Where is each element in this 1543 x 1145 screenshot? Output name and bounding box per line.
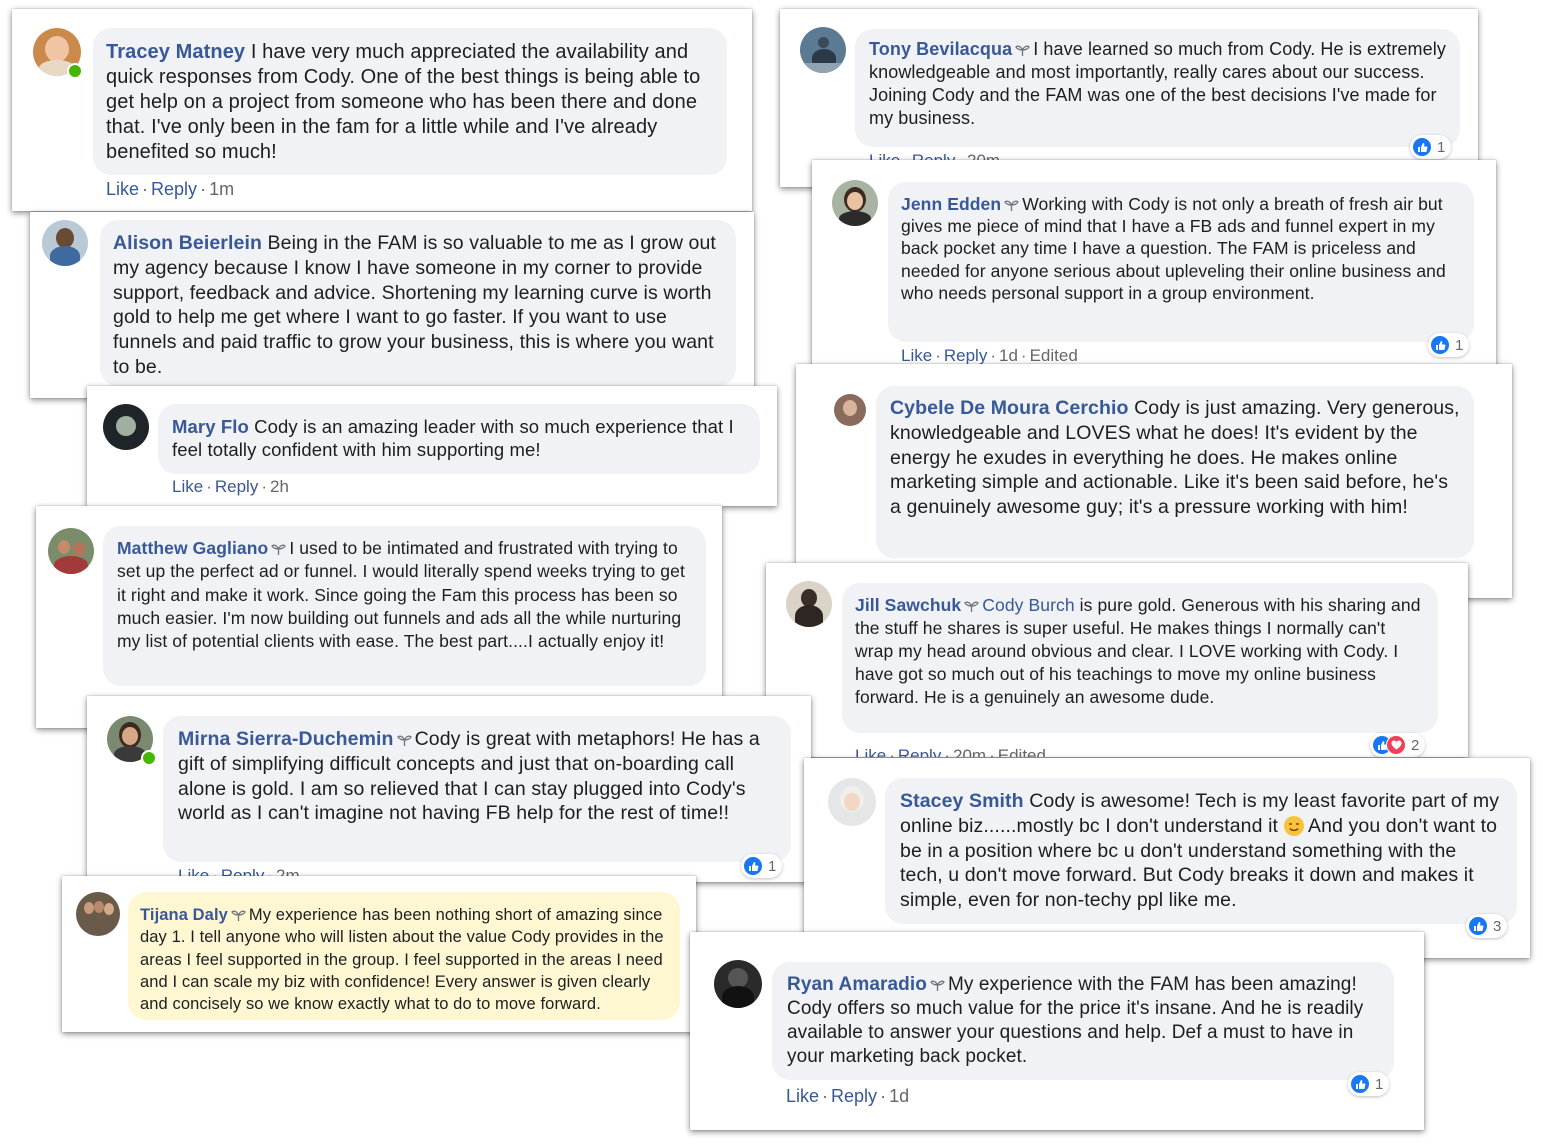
- avatar[interactable]: [76, 892, 120, 936]
- avatar[interactable]: [103, 404, 149, 450]
- avatar[interactable]: [786, 581, 832, 627]
- comment-card-matthew: Matthew Gagliano I used to be intimated a…: [36, 506, 722, 728]
- comment-card-jenn: Jenn Edden Working with Cody is not only …: [812, 160, 1496, 379]
- like-button[interactable]: Like: [855, 746, 886, 757]
- author-name[interactable]: Jenn Edden: [901, 194, 1001, 214]
- comment-actions: Like · Reply · 20m · Edited: [855, 746, 1046, 757]
- avatar[interactable]: [828, 778, 876, 826]
- like-button[interactable]: Like: [172, 477, 203, 496]
- timestamp: 1d: [999, 346, 1018, 365]
- author-name[interactable]: Tijana Daly: [140, 906, 228, 924]
- avatar[interactable]: [48, 528, 94, 574]
- timestamp: 20m: [953, 746, 987, 757]
- edited-label[interactable]: Edited: [998, 746, 1046, 757]
- comment-actions: Like · Reply · 1d: [786, 1086, 910, 1106]
- reply-button[interactable]: Reply: [215, 477, 258, 496]
- reply-button[interactable]: Reply: [898, 746, 941, 757]
- author-name[interactable]: Matthew Gagliano: [117, 538, 268, 558]
- reaction-count[interactable]: 1: [1348, 1072, 1390, 1096]
- online-status-indicator: [67, 63, 83, 79]
- reply-button[interactable]: Reply: [944, 346, 987, 365]
- love-reaction-icon: [1386, 735, 1406, 755]
- comment-actions: Like · Reply · 2h: [172, 477, 289, 496]
- like-reaction-icon: [1412, 137, 1432, 157]
- comment-card-ryan: Ryan Amaradio My experience with the FAM …: [690, 932, 1424, 1130]
- edited-label[interactable]: Edited: [1030, 346, 1078, 365]
- author-name[interactable]: Mary Flo: [172, 416, 249, 437]
- like-reaction-icon: [1350, 1074, 1370, 1094]
- reaction-count[interactable]: 3: [1466, 914, 1508, 938]
- comment-card-alison: Alison Beierlein Being in the FAM is so …: [30, 212, 754, 398]
- reaction-count[interactable]: 2: [1370, 733, 1426, 757]
- avatar[interactable]: [714, 960, 762, 1008]
- smiling-emoji-icon: [1283, 815, 1304, 836]
- comment-bubble: Ryan Amaradio My experience with the FAM …: [772, 962, 1394, 1080]
- like-reaction-icon: [1430, 335, 1450, 355]
- reaction-count[interactable]: 1: [741, 854, 783, 878]
- comment-bubble: Mirna Sierra-Duchemin Cody is great with …: [163, 716, 791, 862]
- comment-bubble: Alison Beierlein Being in the FAM is so …: [100, 220, 736, 386]
- rising-fan-badge-icon: [271, 544, 287, 555]
- rising-fan-badge-icon: [1004, 200, 1019, 211]
- comment-bubble-highlighted: Tijana Daly My experience has been nothin…: [128, 892, 680, 1020]
- rising-fan-badge-icon: [231, 910, 246, 921]
- reaction-count[interactable]: 1: [1428, 333, 1470, 357]
- online-status-indicator: [141, 750, 157, 766]
- like-reaction-icon: [1468, 916, 1488, 936]
- comment-card-mary: Mary Flo Cody is an amazing leader with …: [87, 386, 777, 506]
- comment-card-mirna: Mirna Sierra-Duchemin Cody is great with …: [87, 696, 811, 882]
- author-name[interactable]: Mirna Sierra-Duchemin: [178, 728, 394, 750]
- author-name[interactable]: Cybele De Moura Cerchio: [890, 397, 1129, 419]
- avatar[interactable]: [42, 220, 88, 266]
- avatar[interactable]: [832, 180, 878, 226]
- comment-bubble: Matthew Gagliano I used to be intimated a…: [103, 526, 706, 686]
- comment-bubble: Tracey Matney I have very much appreciat…: [93, 28, 727, 175]
- like-reaction-icon: [743, 856, 763, 876]
- author-name[interactable]: Tracey Matney: [106, 41, 245, 63]
- comment-card-tijana: Tijana Daly My experience has been nothin…: [62, 876, 696, 1032]
- comment-bubble: Stacey Smith Cody is awesome! Tech is my…: [885, 778, 1517, 924]
- rising-fan-badge-icon: [1015, 45, 1031, 56]
- author-name[interactable]: Jill Sawchuk: [855, 595, 961, 615]
- author-name[interactable]: Stacey Smith: [900, 790, 1024, 812]
- comment-card-stacey: Stacey Smith Cody is awesome! Tech is my…: [804, 758, 1530, 958]
- reply-button[interactable]: Reply: [831, 1086, 877, 1106]
- like-button[interactable]: Like: [901, 346, 932, 365]
- rising-fan-badge-icon: [964, 601, 980, 612]
- rising-fan-badge-icon: [930, 980, 945, 991]
- comment-bubble: Cybele De Moura Cerchio Cody is just ama…: [876, 386, 1474, 558]
- avatar[interactable]: [800, 27, 846, 73]
- mention-link[interactable]: Cody Burch: [982, 595, 1074, 615]
- like-button[interactable]: Like: [106, 179, 139, 199]
- comment-bubble: Jill Sawchuk Cody Burch is pure gold. Gen…: [842, 583, 1438, 733]
- author-name[interactable]: Alison Beierlein: [113, 232, 262, 254]
- comment-bubble: Jenn Edden Working with Cody is not only …: [888, 182, 1474, 342]
- author-name[interactable]: Ryan Amaradio: [787, 974, 927, 995]
- timestamp: 2h: [270, 477, 289, 496]
- comment-actions: Like · Reply · 1d · Edited: [901, 346, 1078, 365]
- author-name[interactable]: Tony Bevilacqua: [869, 39, 1012, 59]
- comment-card-tracey: Tracey Matney I have very much appreciat…: [12, 9, 752, 211]
- comment-bubble: Tony Bevilacqua I have learned so much fr…: [855, 29, 1460, 147]
- reply-button[interactable]: Reply: [151, 179, 197, 199]
- avatar[interactable]: [834, 394, 866, 426]
- rising-fan-badge-icon: [396, 735, 412, 746]
- reaction-count[interactable]: 1: [1410, 135, 1452, 159]
- comment-actions: Like · Reply · 1m: [106, 179, 235, 199]
- comment-card-jill: Jill Sawchuk Cody Burch is pure gold. Gen…: [766, 563, 1468, 757]
- comment-bubble: Mary Flo Cody is an amazing leader with …: [158, 404, 760, 474]
- like-button[interactable]: Like: [786, 1086, 819, 1106]
- timestamp: 1d: [889, 1086, 910, 1106]
- comment-text: Cody is an amazing leader with so much e…: [172, 416, 734, 461]
- timestamp: 1m: [209, 179, 235, 199]
